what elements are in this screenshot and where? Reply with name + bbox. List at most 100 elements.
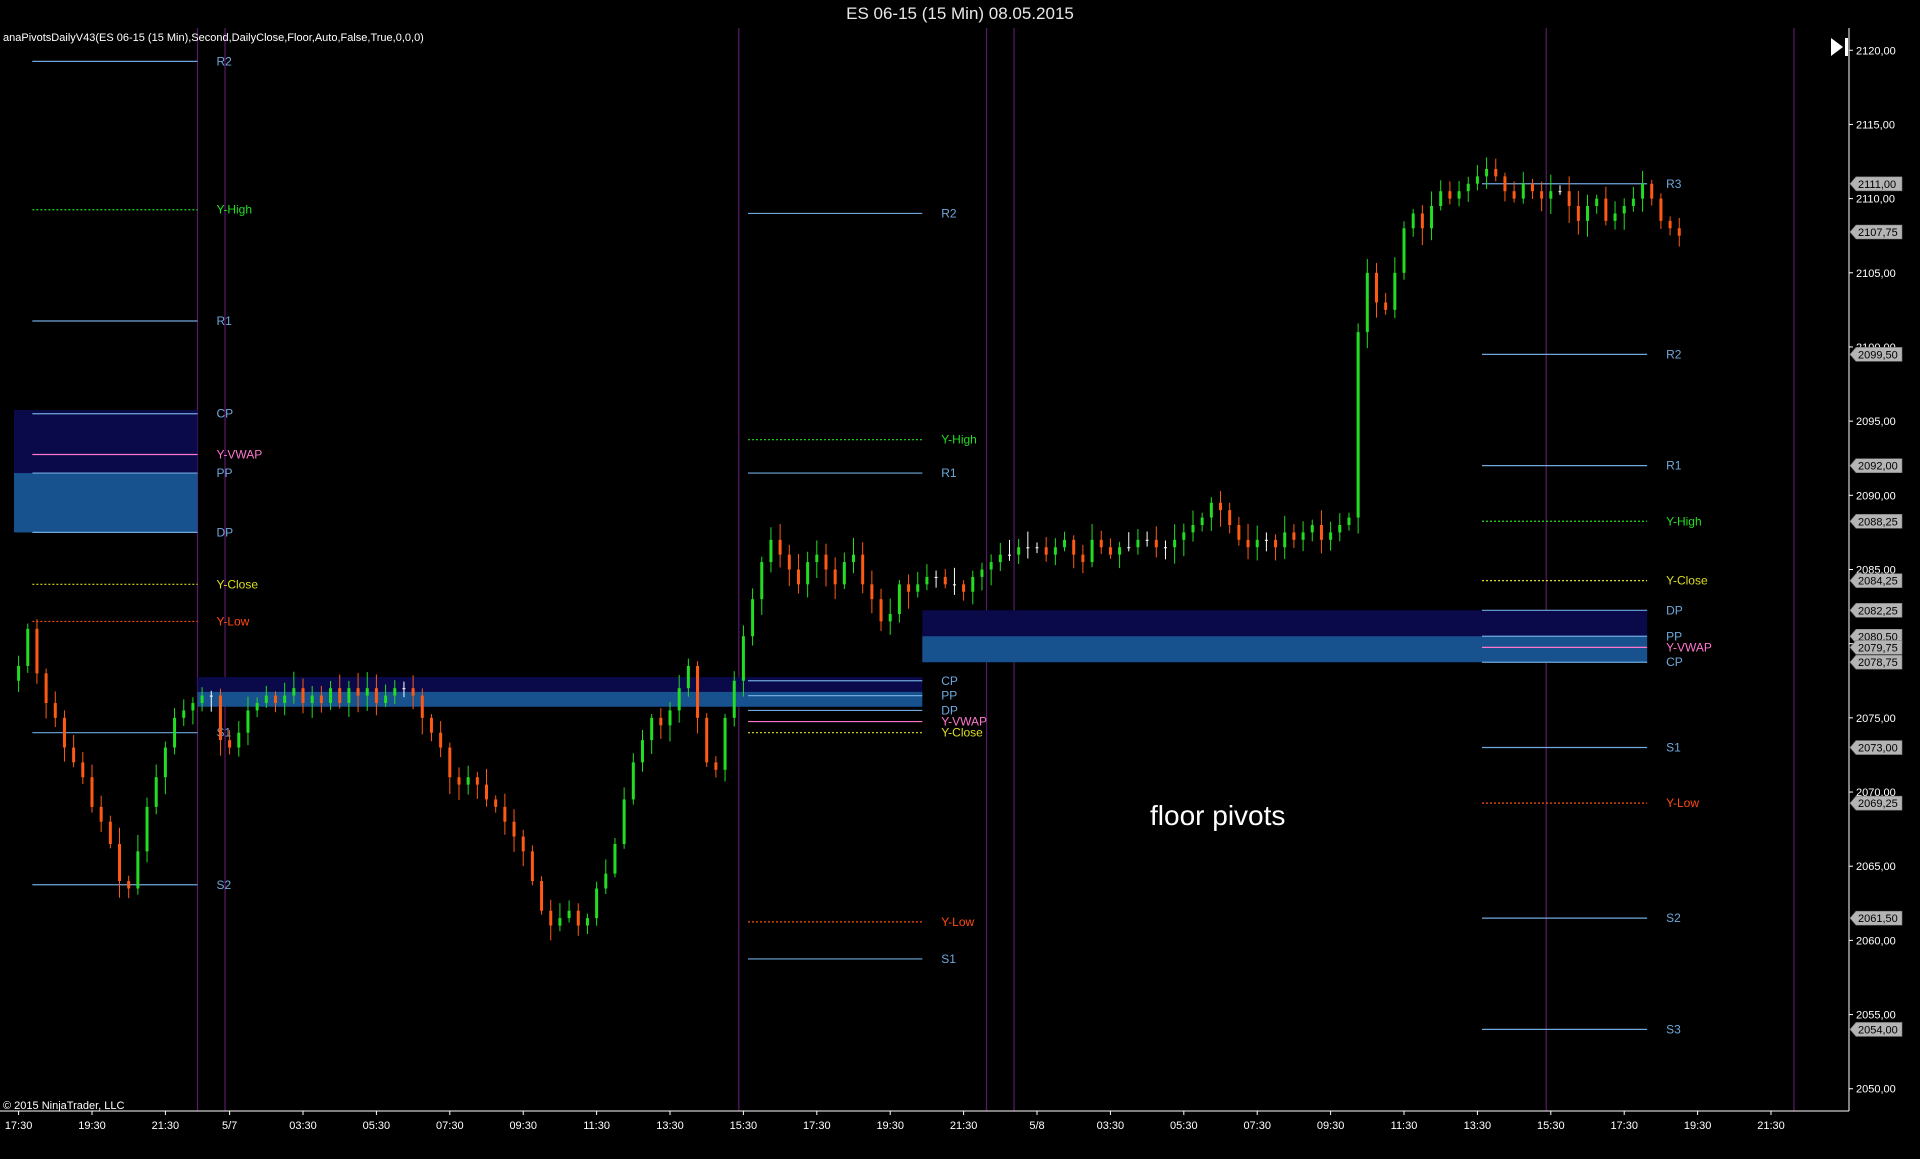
price-bar-body	[879, 599, 883, 622]
price-bar-body	[604, 873, 608, 889]
price-bar-body	[512, 821, 516, 837]
pivot-level-label: PP	[941, 689, 957, 703]
price-bar-body	[1108, 547, 1112, 555]
price-bar-body	[209, 695, 213, 697]
time-tick-label: 19:30	[1684, 1120, 1712, 1132]
price-bar-body	[1503, 176, 1507, 192]
pivot-level-label: S1	[941, 952, 956, 966]
price-bar-body	[1374, 272, 1378, 303]
price-chart[interactable]: R2Y-HighR1CPY-VWAPPPDPY-CloseY-LowS1S2R2…	[0, 28, 1920, 1159]
price-bar-body	[934, 576, 938, 578]
pivot-zone-band-inner	[14, 473, 198, 533]
price-bar-body	[329, 688, 333, 704]
price-bar-body	[1475, 176, 1479, 184]
price-bar-body	[1246, 539, 1250, 548]
price-bar-body	[980, 569, 984, 577]
price-bar-body	[118, 843, 122, 882]
price-bar-body	[1319, 524, 1323, 540]
price-bar-body	[751, 599, 755, 637]
price-bar-body	[448, 747, 452, 778]
price-bar-body	[1631, 198, 1635, 207]
time-tick-label: 07:30	[436, 1120, 464, 1132]
price-bar-body	[1154, 539, 1158, 548]
price-bar-body	[218, 695, 222, 741]
time-tick-label: 21:30	[1757, 1120, 1785, 1132]
price-bar-body	[1173, 539, 1177, 548]
price-tick-label: 2120,00	[1856, 45, 1896, 57]
price-tick-label: 2115,00	[1856, 119, 1895, 131]
price-bar-body	[246, 710, 250, 733]
price-bar-body	[1439, 191, 1443, 207]
price-bar-body	[17, 665, 21, 681]
price-bar-body	[631, 762, 635, 800]
price-bar-body	[108, 821, 112, 844]
price-bar-body	[1521, 183, 1525, 199]
price-bar-body	[53, 703, 57, 718]
price-bar-body	[1420, 213, 1424, 229]
price-bar-body	[1659, 198, 1663, 221]
price-bar-body	[659, 717, 663, 726]
price-bar-body	[668, 710, 672, 726]
pivot-level-label: Y-Low	[941, 915, 974, 929]
price-bar-body	[696, 665, 700, 718]
price-bar-body	[347, 688, 351, 704]
price-bar-body	[99, 806, 103, 822]
price-bar-body	[1127, 547, 1131, 549]
window-title: ES 06-15 (15 Min) 08.05.2015	[846, 4, 1074, 23]
price-bar-body	[1044, 547, 1048, 555]
price-tag-label: 2073,00	[1858, 743, 1898, 755]
price-bar-body	[1567, 191, 1571, 207]
pivot-level-label: S2	[216, 878, 231, 892]
price-bar-body	[989, 562, 993, 570]
pivot-level-label: R1	[1666, 459, 1682, 473]
pivot-level-label: R2	[941, 206, 957, 220]
pivot-level-label: Y-High	[941, 433, 977, 447]
price-bar-body	[540, 881, 544, 911]
price-bar-body	[962, 584, 966, 592]
price-bar-body	[806, 562, 810, 585]
pivot-level-label: CP	[941, 674, 958, 688]
price-bar-body	[1301, 532, 1305, 540]
pivot-level-label: PP	[216, 466, 232, 480]
price-bar-body	[686, 665, 690, 689]
time-tick-label: 11:30	[1391, 1120, 1418, 1132]
price-bar-body	[796, 569, 800, 585]
price-bar-body	[1622, 206, 1626, 214]
pivot-zone-band-inner	[922, 636, 1648, 663]
price-bar-body	[264, 695, 268, 704]
chart-annotation: floor pivots	[1150, 800, 1286, 831]
price-bar-body	[319, 695, 323, 704]
price-tag-label: 2061,50	[1858, 913, 1898, 925]
time-tick-label: 17:30	[803, 1120, 831, 1132]
price-bar-body	[1026, 547, 1030, 549]
price-bar-body	[613, 843, 617, 874]
price-bar-body	[420, 695, 424, 718]
price-bar-body	[1430, 206, 1434, 229]
price-tag-label: 2054,00	[1858, 1024, 1898, 1036]
price-bar-body	[1338, 524, 1342, 533]
price-bar-body	[485, 784, 489, 800]
price-bar-body	[1668, 220, 1672, 229]
pivot-level-label: CP	[1666, 655, 1683, 669]
scroll-to-end-icon[interactable]	[1828, 36, 1852, 58]
price-bar-body	[393, 688, 397, 696]
price-bar-body	[475, 777, 479, 785]
pivot-level-label: S2	[1666, 911, 1681, 925]
price-bar-body	[127, 881, 131, 889]
pivot-level-label: Y-High	[1666, 514, 1702, 528]
price-bar-body	[1099, 539, 1103, 548]
price-bar-body	[622, 799, 626, 844]
price-bar-body	[200, 695, 204, 704]
price-bar-body	[714, 762, 718, 770]
price-bar-body	[191, 703, 195, 711]
price-bar-body	[723, 717, 727, 770]
price-tick-label: 2050,00	[1856, 1084, 1896, 1096]
price-bar-body	[1641, 183, 1645, 199]
price-bar-body	[1219, 502, 1223, 511]
pivot-level-label: Y-Low	[1666, 796, 1699, 810]
price-bar-body	[44, 673, 48, 704]
price-bar-body	[439, 732, 443, 748]
price-bar-body	[595, 888, 599, 919]
time-tick-label: 17:30	[5, 1120, 33, 1132]
price-bar-body	[62, 717, 66, 748]
